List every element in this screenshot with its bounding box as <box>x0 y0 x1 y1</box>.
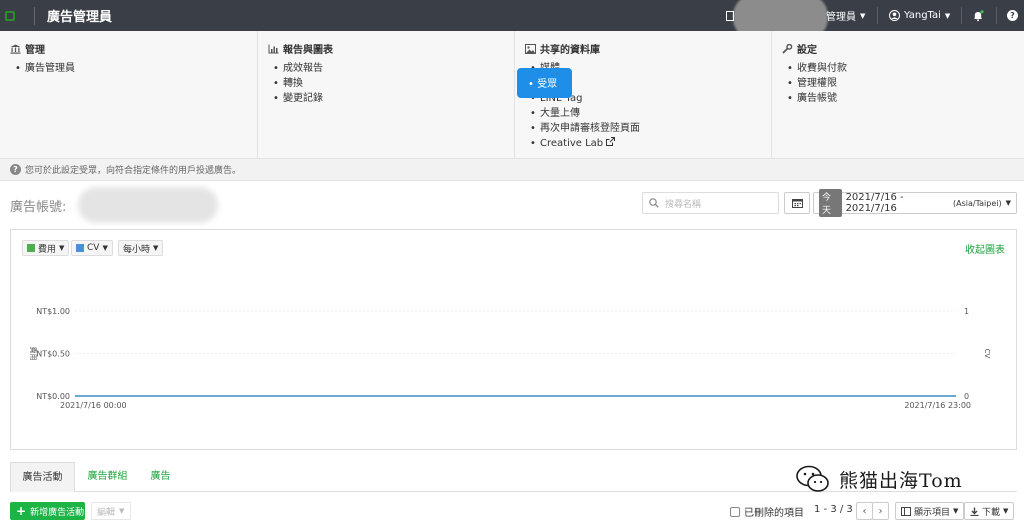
redacted-account-name <box>78 187 218 223</box>
menu-heading-reports: 報告與圖表 <box>283 45 333 56</box>
menu-column-manage: 管理 廣告管理員 <box>0 31 257 159</box>
role-menu[interactable]: 管理員 ▼ <box>826 0 865 31</box>
app-title: 廣告管理員 <box>47 10 113 25</box>
y-right-tick-label: 1 <box>964 307 969 316</box>
tab-campaigns[interactable]: 廣告活動 <box>10 462 75 492</box>
bar-chart-icon <box>268 44 279 53</box>
show-deleted-checkbox[interactable] <box>730 506 740 517</box>
divider <box>996 7 997 24</box>
help-notice: ? 您可於此設定受眾，向符合指定條件的用戶投遞廣告。 <box>0 159 1024 181</box>
menu-column-settings: 設定 收費與付款 管理權限 廣告帳號 <box>771 31 1024 159</box>
menu-column-reports: 報告與圖表 成效報告 轉換 變更記錄 <box>257 31 514 159</box>
date-range-picker[interactable]: 今天 2021/7/16 - 2021/7/16 (Asia/Taipei) ▼ <box>813 189 1017 217</box>
watermark-text: 熊猫出海Tom <box>839 469 963 492</box>
external-link-icon <box>606 137 616 146</box>
y-right-tick-label: 0 <box>964 392 969 401</box>
chevron-right-icon: › <box>878 505 883 517</box>
notifications-button[interactable] <box>972 0 984 31</box>
add-campaign-label: 新增廣告活動 <box>30 507 85 518</box>
chevron-down-icon: ▼ <box>119 507 125 515</box>
menu-item-performance-report[interactable]: 成效報告 <box>268 61 504 76</box>
add-campaign-button[interactable]: + 新增廣告活動 <box>10 502 85 520</box>
bell-icon <box>974 9 984 21</box>
role-label: 管理員 <box>826 12 856 23</box>
tab-ads[interactable]: 廣告 <box>143 462 178 492</box>
chevron-down-icon: ▼ <box>944 11 951 20</box>
menu-item-ad-accounts[interactable]: 廣告帳號 <box>782 91 1014 106</box>
menu-item-creative-lab[interactable]: Creative Lab <box>525 136 761 151</box>
menu-heading-manage: 管理 <box>25 45 45 56</box>
menu-item-ad-manager[interactable]: 廣告管理員 <box>10 61 247 76</box>
navigation-menu: 管理 廣告管理員 報告與圖表 成效報告 轉換 變更記錄 共享的資料庫 媒體 受眾… <box>0 31 1024 159</box>
menu-item-conversions[interactable]: 轉換 <box>268 76 504 91</box>
chevron-down-icon: ▼ <box>1005 199 1011 207</box>
user-name: YangTai <box>904 10 941 21</box>
help-button[interactable]: ? <box>1007 0 1018 31</box>
columns-icon <box>901 506 911 516</box>
menu-heading-settings: 設定 <box>797 45 817 56</box>
y-left-tick-label: NT$0.00 <box>36 392 70 401</box>
download-icon <box>970 507 979 516</box>
display-columns-button[interactable]: 顯示項目 ▼ <box>895 502 965 520</box>
pagination-text: 1 - 3 / 3 <box>814 504 853 515</box>
y-right-axis-title: CV <box>983 349 991 359</box>
plus-icon: + <box>16 504 27 518</box>
user-menu[interactable]: YangTai ▼ <box>889 0 950 31</box>
question-icon: ? <box>10 164 21 175</box>
show-deleted-toggle[interactable]: 已刪除的項目 <box>730 504 804 519</box>
calendar-icon <box>791 199 803 208</box>
edit-button[interactable]: 編輯 ▼ <box>91 502 131 520</box>
wrench-icon <box>782 43 793 54</box>
calendar-button[interactable] <box>784 192 810 214</box>
image-icon <box>525 43 536 54</box>
chevron-left-icon: ‹ <box>862 505 867 517</box>
user-icon <box>889 10 900 21</box>
menu-heading-shared-library: 共享的資料庫 <box>540 45 600 56</box>
download-button[interactable]: 下載 ▼ <box>964 502 1015 520</box>
wechat-logo-icon <box>796 465 829 492</box>
help-icon: ? <box>1007 10 1018 21</box>
divider <box>34 6 35 25</box>
divider <box>877 7 878 24</box>
next-page-button[interactable]: › <box>872 502 889 520</box>
y-left-tick-label: NT$0.50 <box>36 350 70 359</box>
date-range-text: 2021/7/16 - 2021/7/16 <box>845 192 904 214</box>
wechat-watermark: 熊猫出海Tom <box>795 462 963 496</box>
menu-item-reapply-landing-page[interactable]: 再次申請審核登陸頁面 <box>525 121 761 136</box>
ad-account-label: 廣告帳號: <box>10 200 67 215</box>
tab-ad-groups[interactable]: 廣告群組 <box>80 462 135 492</box>
x-tick-label-start: 2021/7/16 00:00 <box>60 401 127 410</box>
menu-item-billing[interactable]: 收費與付款 <box>782 61 1014 76</box>
show-deleted-label: 已刪除的項目 <box>744 508 804 519</box>
search-placeholder: 搜尋名稱 <box>665 199 702 210</box>
x-tick-label-end: 2021/7/16 23:00 <box>904 401 971 410</box>
divider <box>961 7 962 24</box>
search-input[interactable]: 搜尋名稱 <box>642 192 779 214</box>
search-icon <box>649 198 659 208</box>
y-left-axis-title: 費用 <box>29 347 38 361</box>
timezone-text: (Asia/Taipei) <box>952 198 1002 208</box>
chevron-down-icon: ▼ <box>953 507 959 515</box>
top-bar: 廣告管理員 管理員 ▼ YangTai ▼ ? <box>0 0 1024 40</box>
bank-icon <box>10 44 21 54</box>
menu-item-change-history[interactable]: 變更記錄 <box>268 91 504 106</box>
edit-label: 編輯 <box>97 507 116 518</box>
chart-panel: 費用 ▼ CV ▼ 每小時 ▼ 收起圖表 NT$1.00 NT$0.50 NT$0.… <box>10 229 1017 450</box>
account-switch-icon[interactable] <box>726 0 734 31</box>
audience-highlight-label[interactable]: • 受眾 <box>528 75 557 90</box>
menu-item-permissions[interactable]: 管理權限 <box>782 76 1014 91</box>
download-label: 下載 <box>982 507 1001 518</box>
y-left-tick-label: NT$1.00 <box>36 307 70 316</box>
prev-page-button[interactable]: ‹ <box>856 502 873 520</box>
menu-item-creative-lab-label: Creative Lab <box>540 138 604 149</box>
line-chart: NT$1.00 NT$0.50 NT$0.00 1 0 費用 CV 2021/7/16 00:… <box>29 307 991 410</box>
app-logo-icon[interactable] <box>0 0 20 31</box>
notice-text: 您可於此設定受眾，向符合指定條件的用戶投遞廣告。 <box>25 166 242 176</box>
chevron-down-icon: ▼ <box>1003 507 1009 515</box>
today-badge: 今天 <box>819 189 842 217</box>
display-columns-label: 顯示項目 <box>914 507 951 518</box>
chevron-down-icon: ▼ <box>860 11 866 20</box>
menu-item-bulk-upload[interactable]: 大量上傳 <box>525 106 761 121</box>
